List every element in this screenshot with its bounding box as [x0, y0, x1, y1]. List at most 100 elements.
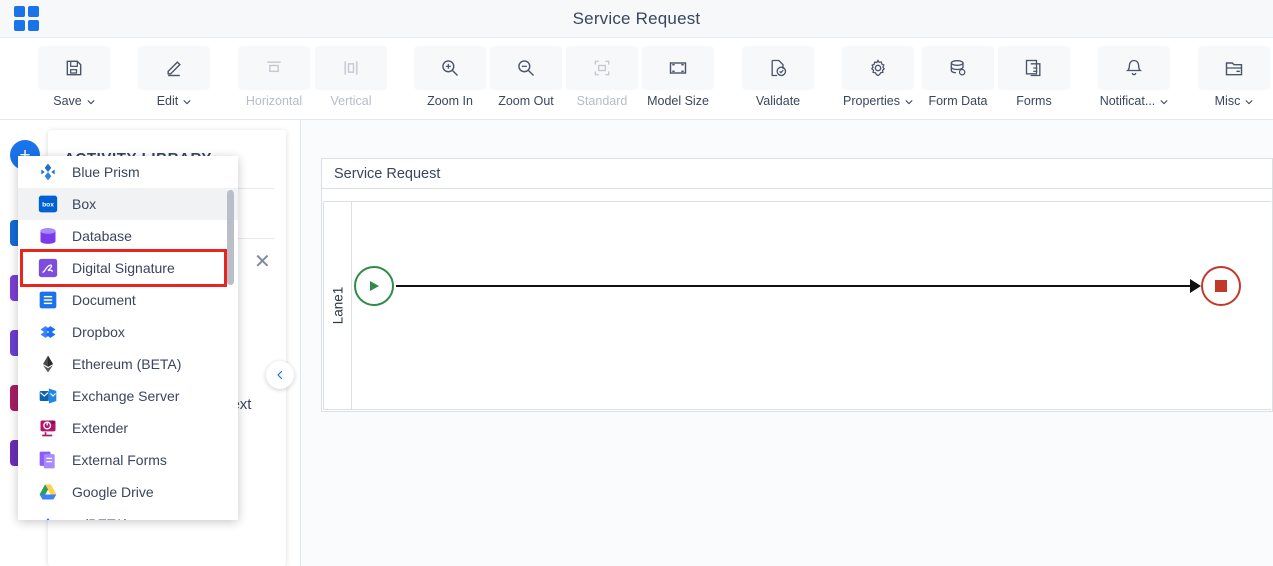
blue-prism-icon	[38, 162, 58, 182]
zoom-in-icon	[414, 46, 486, 90]
chevron-down-icon	[86, 97, 95, 106]
pencil-icon	[138, 46, 210, 90]
label-text: Vertical	[330, 94, 372, 108]
toolbar-button-form-data[interactable]: Form Data	[922, 46, 994, 108]
dropdown-item-label: Digital Signature	[72, 260, 175, 276]
end-event[interactable]	[1201, 266, 1241, 306]
partial-icon	[38, 514, 58, 520]
label-text: Standard	[576, 94, 628, 108]
forms-icon	[998, 46, 1070, 90]
bell-icon	[1098, 46, 1170, 90]
exchange-server-icon	[38, 386, 58, 406]
toolbar-button-validate[interactable]: Validate	[742, 46, 814, 108]
horizontal-icon	[238, 46, 310, 90]
google-drive-icon	[38, 482, 58, 502]
toolbar-button-properties[interactable]: Properties	[842, 46, 914, 108]
start-event[interactable]	[354, 266, 394, 306]
dropdown-item-document[interactable]: Document	[18, 284, 238, 316]
standard-icon	[566, 46, 638, 90]
toolbar-button-standard: Standard	[566, 46, 638, 108]
toolbar-button-misc[interactable]: Misc	[1198, 46, 1270, 108]
collapse-panel-button[interactable]	[266, 361, 294, 389]
toolbar-button-label: Form Data	[928, 94, 987, 108]
label-text: Notificat...	[1099, 94, 1156, 108]
dropdown-item-external-forms[interactable]: External Forms	[18, 444, 238, 476]
stop-icon	[1215, 280, 1227, 292]
sequence-flow[interactable]	[396, 285, 1199, 287]
box-icon: box	[38, 194, 58, 214]
label-text: Edit	[156, 94, 179, 108]
close-icon[interactable]: ✕	[254, 252, 271, 272]
vertical-icon	[315, 46, 387, 90]
toolbar-button-label: Save	[53, 94, 95, 108]
toolbar-button-edit[interactable]: Edit	[138, 46, 210, 108]
toolbar-button-save[interactable]: Save	[38, 46, 110, 108]
dropdown-item-label: Extender	[72, 420, 129, 436]
toolbar-button-vertical: Vertical	[315, 46, 387, 108]
label-text: Properties	[843, 94, 900, 108]
toolbar-button-label: Vertical	[331, 94, 372, 108]
toolbar-button-label: Zoom In	[427, 94, 473, 108]
toolbar-button-model-size[interactable]: Model Size	[642, 46, 714, 108]
toolbar-button-label: Forms	[1016, 94, 1051, 108]
external-forms-icon	[38, 450, 58, 470]
chevron-down-icon	[904, 97, 913, 106]
model-size-icon	[642, 46, 714, 90]
chevron-down-icon	[1159, 97, 1168, 106]
dropdown-item-extender[interactable]: Extender	[18, 412, 238, 444]
label-text: Form Data	[928, 94, 988, 108]
digital-signature-icon	[38, 258, 58, 278]
dropdown-item-google-drive[interactable]: Google Drive	[18, 476, 238, 508]
svg-text:box: box	[42, 202, 54, 209]
activity-type-dropdown[interactable]: Blue Prism box Box Database Digital Signatur…	[18, 156, 238, 520]
save-icon	[38, 46, 110, 90]
dropdown-item--beta[interactable]: ...(BETA)	[18, 508, 238, 520]
dropdown-item-blue-prism[interactable]: Blue Prism	[18, 156, 238, 188]
diagram-title: Service Request	[322, 159, 1272, 189]
dropdown-item-dropbox[interactable]: Dropbox	[18, 316, 238, 348]
dropdown-scrollbar[interactable]	[227, 190, 234, 285]
lane-header: Lane1	[324, 202, 352, 409]
label-text: Zoom In	[427, 94, 473, 108]
dropdown-item-label: Database	[72, 228, 132, 244]
dropdown-item-database[interactable]: Database	[18, 220, 238, 252]
toolbar-button-zoom-out[interactable]: Zoom Out	[490, 46, 562, 108]
dropbox-icon	[38, 322, 58, 342]
misc-folder-icon	[1198, 46, 1270, 90]
toolbar-button-label: Edit	[157, 94, 192, 108]
dropdown-item-label: ...(BETA)	[72, 516, 129, 520]
toolbar-button-label: Horizontal	[246, 94, 302, 108]
toolbar-button-horizontal: Horizontal	[238, 46, 310, 108]
dropdown-item-label: External Forms	[72, 452, 167, 468]
dropdown-item-box[interactable]: box Box	[18, 188, 238, 220]
dropdown-item-exchange-server[interactable]: Exchange Server	[18, 380, 238, 412]
validate-icon	[742, 46, 814, 90]
label-text: Forms	[1016, 94, 1052, 108]
dropdown-item-label: Box	[72, 196, 97, 212]
ethereum-icon	[38, 354, 58, 374]
toolbar-button-notificat[interactable]: Notificat...	[1098, 46, 1170, 108]
dropdown-item-label: Document	[72, 292, 136, 308]
toolbar-button-label: Notificat...	[1100, 94, 1169, 108]
chevron-down-icon	[182, 97, 191, 106]
chevron-down-icon	[1244, 97, 1253, 106]
dropdown-item-label: Dropbox	[72, 324, 125, 340]
zoom-out-icon	[490, 46, 562, 90]
label-text: Save	[53, 94, 82, 108]
diagram-canvas[interactable]: Service Request Lane1	[300, 120, 1273, 566]
toolbar-button-forms[interactable]: Forms	[998, 46, 1070, 108]
toolbar-button-label: Misc	[1215, 94, 1254, 108]
database-purple-icon	[38, 226, 58, 246]
dropdown-item-digital-signature[interactable]: Digital Signature	[18, 252, 238, 284]
label-text: Horizontal	[245, 94, 303, 108]
database-icon	[922, 46, 994, 90]
play-icon	[370, 281, 379, 291]
label-text: Model Size	[647, 94, 709, 108]
dropdown-item-ethereum-beta[interactable]: Ethereum (BETA)	[18, 348, 238, 380]
label-text: Validate	[755, 94, 801, 108]
pool: Lane1	[323, 201, 1271, 410]
dropdown-item-label: Exchange Server	[72, 388, 180, 404]
dropdown-item-label: Blue Prism	[72, 164, 140, 180]
document-icon	[38, 290, 58, 310]
toolbar-button-zoom-in[interactable]: Zoom In	[414, 46, 486, 108]
